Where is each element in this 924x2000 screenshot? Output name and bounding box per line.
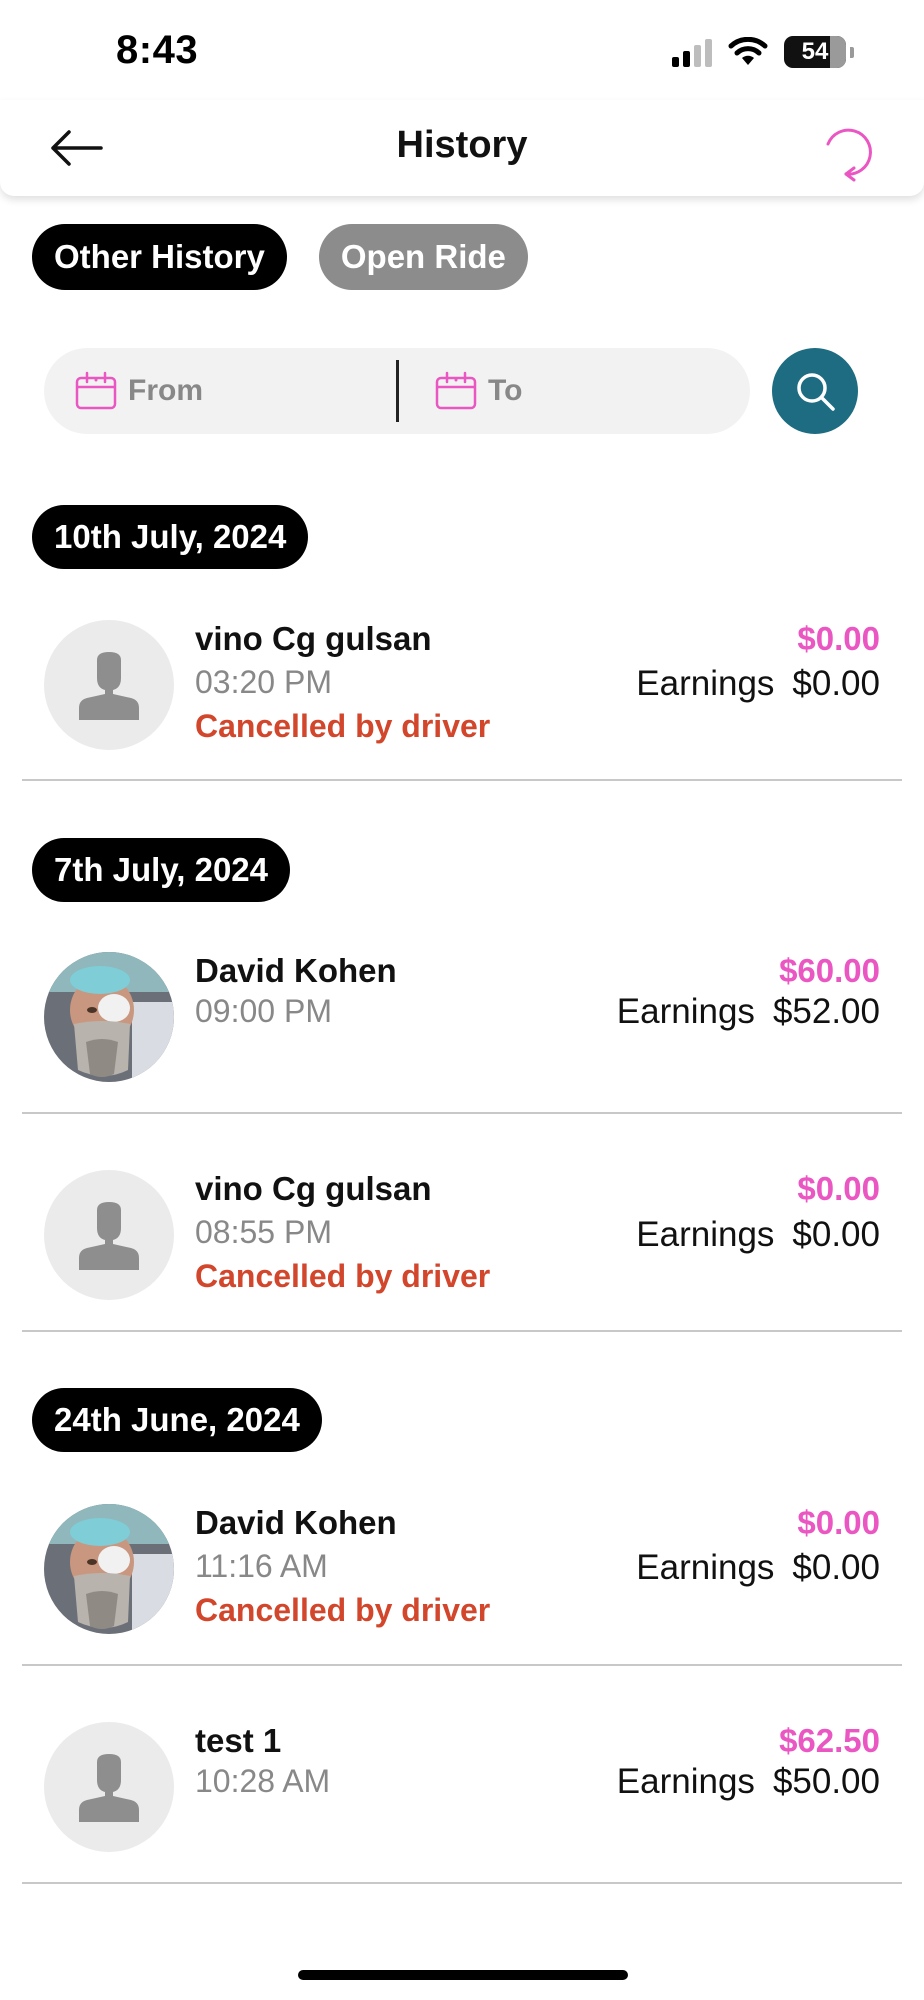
avatar bbox=[44, 620, 174, 750]
ride-time: 09:00 PM bbox=[195, 993, 332, 1029]
tab-other-history[interactable]: Other History bbox=[32, 224, 287, 290]
earnings-label: Earnings bbox=[616, 992, 755, 1031]
ride-status: Cancelled by driver bbox=[195, 708, 491, 744]
earnings-amount: $50.00 bbox=[772, 1762, 880, 1801]
avatar bbox=[44, 1722, 174, 1852]
status-time: 8:43 bbox=[116, 28, 199, 72]
date-group-header: 7th July, 2024 bbox=[32, 838, 291, 902]
user-photo bbox=[44, 1504, 174, 1634]
page-title: History bbox=[396, 124, 528, 166]
ride-row[interactable]: David Kohen 09:00 PM $60.00 Earnings $52.… bbox=[22, 912, 902, 1114]
earnings-label: Earnings bbox=[616, 1762, 755, 1801]
from-date-field[interactable]: From bbox=[74, 348, 203, 434]
status-bar: 8:43 54 bbox=[0, 0, 924, 100]
rider-name: David Kohen bbox=[195, 1504, 397, 1541]
search-icon bbox=[797, 373, 835, 411]
ride-fare: $0.00 bbox=[797, 620, 880, 657]
ride-earnings: Earnings $50.00 bbox=[617, 1762, 880, 1802]
ride-status: Cancelled by driver bbox=[195, 1592, 491, 1628]
battery-tip bbox=[850, 46, 854, 58]
battery-level: 54 bbox=[801, 38, 829, 65]
ride-status: Cancelled by driver bbox=[195, 1258, 491, 1294]
earnings-amount: $0.00 bbox=[792, 664, 880, 703]
home-indicator[interactable] bbox=[298, 1970, 628, 1980]
ride-row[interactable]: vino Cg gulsan 03:20 PM Cancelled by dri… bbox=[22, 580, 902, 781]
earnings-label: Earnings bbox=[636, 1215, 775, 1254]
earnings-amount: $0.00 bbox=[792, 1215, 880, 1254]
date-range-filter: From To bbox=[44, 348, 750, 434]
search-button[interactable] bbox=[772, 348, 858, 434]
to-date-field[interactable]: To bbox=[434, 348, 522, 434]
status-icons: 54 bbox=[672, 36, 854, 68]
ride-time: 03:20 PM bbox=[195, 664, 332, 700]
rider-name: vino Cg gulsan bbox=[195, 620, 432, 657]
ride-time: 08:55 PM bbox=[195, 1214, 332, 1250]
calendar-icon bbox=[75, 371, 117, 410]
date-divider bbox=[396, 360, 399, 422]
history-tabs: Other History Open Ride bbox=[32, 224, 528, 290]
calendar-icon bbox=[435, 371, 477, 410]
avatar bbox=[44, 1170, 174, 1300]
refresh-icon bbox=[826, 128, 872, 182]
earnings-amount: $0.00 bbox=[792, 1548, 880, 1587]
earnings-label: Earnings bbox=[636, 664, 775, 703]
ride-earnings: Earnings $52.00 bbox=[617, 992, 880, 1032]
wifi-icon bbox=[728, 37, 768, 65]
rider-name: David Kohen bbox=[195, 952, 397, 989]
from-date-placeholder: From bbox=[128, 374, 203, 407]
ride-earnings: Earnings $0.00 bbox=[636, 1215, 880, 1255]
ride-time: 11:16 AM bbox=[195, 1548, 328, 1584]
tab-open-ride[interactable]: Open Ride bbox=[318, 224, 528, 290]
ride-earnings: Earnings $0.00 bbox=[636, 1548, 880, 1588]
ride-row[interactable]: test 1 10:28 AM $62.50 Earnings $50.00 bbox=[22, 1666, 902, 1884]
ride-row[interactable]: vino Cg gulsan 08:55 PM Cancelled by dri… bbox=[22, 1114, 902, 1332]
avatar bbox=[44, 1504, 174, 1634]
user-photo bbox=[44, 952, 174, 1082]
person-silhouette-icon bbox=[79, 1202, 139, 1270]
date-group-header: 24th June, 2024 bbox=[32, 1388, 322, 1452]
earnings-amount: $52.00 bbox=[772, 992, 880, 1031]
earnings-label: Earnings bbox=[636, 1548, 775, 1587]
ride-row[interactable]: David Kohen 11:16 AM Cancelled by driver… bbox=[22, 1464, 902, 1666]
ride-time: 10:28 AM bbox=[195, 1763, 331, 1799]
ride-fare: $62.50 bbox=[779, 1722, 880, 1759]
date-group-header: 10th July, 2024 bbox=[32, 505, 309, 569]
battery-icon: 54 bbox=[784, 36, 846, 68]
refresh-button[interactable] bbox=[816, 118, 880, 182]
avatar bbox=[44, 952, 174, 1082]
cellular-signal-icon bbox=[672, 37, 712, 67]
app-header: History bbox=[0, 100, 924, 196]
ride-fare: $0.00 bbox=[797, 1504, 880, 1541]
ride-earnings: Earnings $0.00 bbox=[636, 664, 880, 704]
ride-fare: $0.00 bbox=[797, 1170, 880, 1207]
rider-name: test 1 bbox=[195, 1722, 282, 1759]
person-silhouette-icon bbox=[79, 1754, 139, 1822]
person-silhouette-icon bbox=[79, 652, 139, 720]
to-date-placeholder: To bbox=[488, 374, 523, 407]
rider-name: vino Cg gulsan bbox=[195, 1170, 432, 1207]
ride-fare: $60.00 bbox=[779, 952, 880, 989]
